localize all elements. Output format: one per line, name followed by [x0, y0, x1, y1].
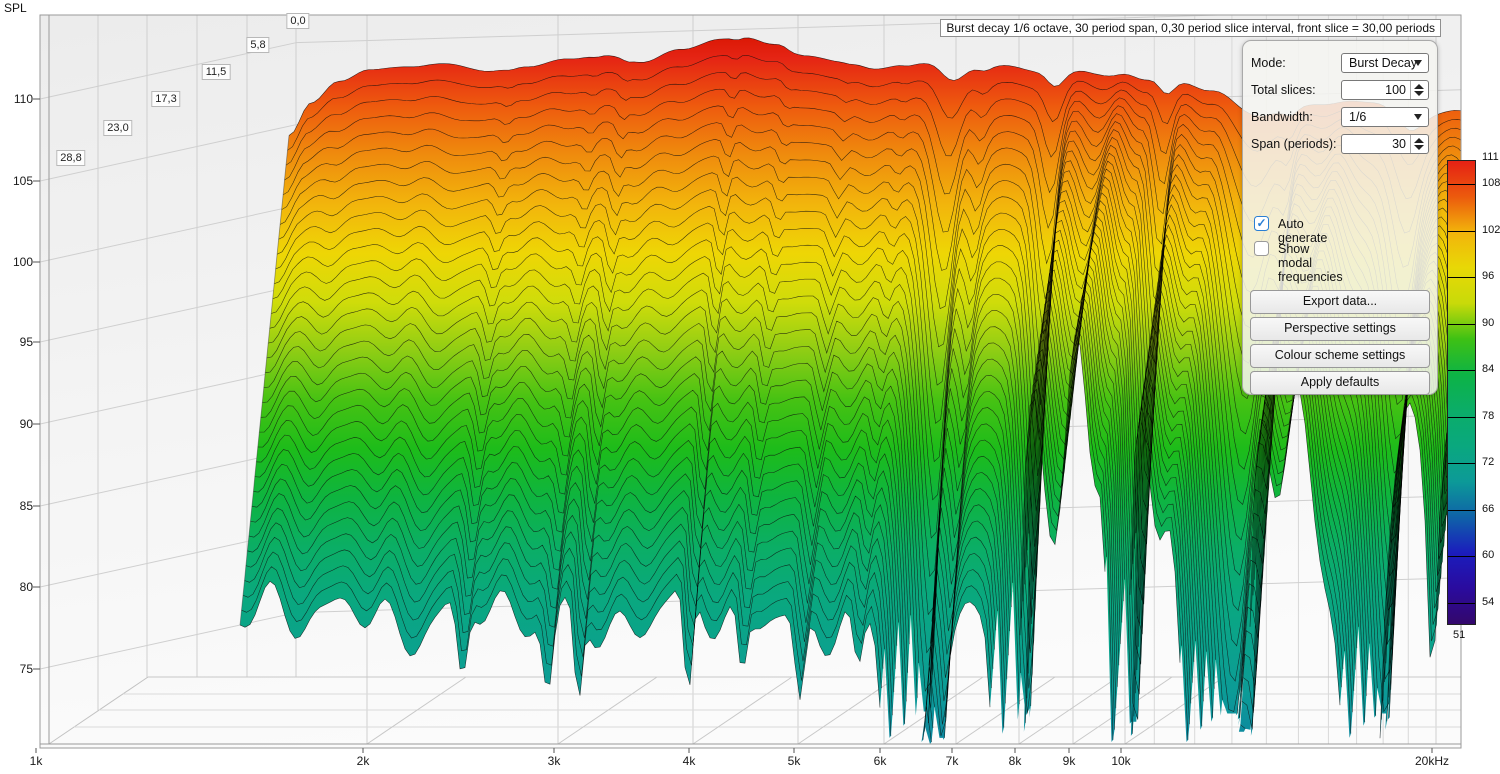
checkbox-auto-generate[interactable]: ✓ — [1254, 216, 1269, 231]
colorbar-tick-label: 78 — [1482, 410, 1494, 422]
field-label: Bandwidth: — [1251, 110, 1313, 124]
spinner-buttons[interactable] — [1410, 135, 1428, 153]
field-label: Total slices: — [1251, 83, 1316, 97]
colorbar-segment-line — [1448, 556, 1475, 557]
x-tick-label: 7k — [946, 754, 959, 768]
x-tick-label: 2k — [357, 754, 370, 768]
spinner-value[interactable]: 100 — [1385, 83, 1406, 97]
colorbar-segment-line — [1448, 277, 1475, 278]
slice-period-label: 5,8 — [246, 37, 269, 53]
x-tick-label: 5k — [788, 754, 801, 768]
spinner-buttons[interactable] — [1410, 81, 1428, 99]
spinner-totalslices[interactable]: 100 — [1341, 80, 1429, 100]
colorbar-segment-line — [1448, 417, 1475, 418]
colorbar-tick-label: 84 — [1482, 363, 1494, 375]
field-label: Span (periods): — [1251, 137, 1336, 151]
x-tick-label: 6k — [874, 754, 887, 768]
checkbox-show-modal-frequencies[interactable] — [1254, 241, 1269, 256]
chevron-down-icon[interactable] — [1414, 114, 1422, 120]
x-tick-label: 20kHz — [1415, 754, 1449, 768]
x-tick-label: 3k — [548, 754, 561, 768]
chevron-down-icon[interactable] — [1414, 60, 1422, 66]
checkbox-label: Show modal frequencies — [1278, 242, 1343, 284]
colorbar-tick-label: 54 — [1482, 596, 1494, 608]
plot-title: Burst decay 1/6 octave, 30 period span, … — [940, 19, 1441, 37]
y-tick-label: 90 — [20, 417, 33, 431]
slice-period-label: 17,3 — [151, 91, 180, 107]
colorbar-tick-label: 51 — [1453, 629, 1465, 641]
y-tick-label: 105 — [13, 174, 33, 188]
spinner-spanperiods[interactable]: 30 — [1341, 134, 1429, 154]
y-tick-label: 95 — [20, 335, 33, 349]
colorbar-tick-label: 66 — [1482, 503, 1494, 515]
spin-down-icon[interactable] — [1414, 91, 1424, 96]
burst-decay-settings-panel: Mode: Burst Decay Total slices: 100 Bandwidt… — [1242, 40, 1438, 395]
y-tick-label: 100 — [13, 255, 33, 269]
dropdown-mode[interactable]: Burst Decay — [1341, 53, 1429, 73]
checkbox-label: Auto generate — [1278, 217, 1327, 245]
colorbar-segment-line — [1448, 370, 1475, 371]
spinner-value[interactable]: 30 — [1392, 137, 1406, 151]
burst-decay-window: SPL 110 105 100 95 90 85 80 75 1k 2k 3k 4k 5k 6k 7k 8k… — [0, 0, 1500, 774]
colorbar-tick-label: 60 — [1482, 549, 1494, 561]
colorbar-segment-line — [1448, 510, 1475, 511]
x-tick-label: 10k — [1111, 754, 1130, 768]
colour-scheme-settings-button[interactable]: Colour scheme settings — [1250, 344, 1430, 368]
colorbar-tick-label: 90 — [1482, 317, 1494, 329]
slice-period-label: 0,0 — [286, 13, 309, 29]
panel-row: Mode: Burst Decay — [1251, 53, 1429, 74]
spl-colorbar — [1447, 160, 1476, 625]
spin-up-icon[interactable] — [1414, 138, 1424, 143]
colorbar-tick-label: 111 — [1482, 151, 1499, 163]
x-tick-label: 9k — [1063, 754, 1076, 768]
colorbar-segment-line — [1448, 324, 1475, 325]
y-tick-label: 110 — [14, 92, 33, 106]
slice-period-label: 23,0 — [103, 120, 132, 136]
x-tick-label: 8k — [1009, 754, 1022, 768]
panel-row: Span (periods): 30 — [1251, 134, 1429, 155]
perspective-settings-button[interactable]: Perspective settings — [1250, 317, 1430, 341]
y-tick-label: 75 — [20, 662, 33, 676]
dropdown-bandwidth[interactable]: 1/6 — [1341, 107, 1429, 127]
spin-down-icon[interactable] — [1414, 145, 1424, 150]
y-axis-title: SPL — [4, 1, 27, 15]
x-tick-label: 1k — [30, 754, 43, 768]
slice-period-label: 28,8 — [56, 150, 85, 166]
dropdown-value: Burst Decay — [1349, 56, 1417, 70]
y-tick-label: 80 — [20, 580, 33, 594]
field-label: Mode: — [1251, 56, 1286, 70]
slice-period-label: 11,5 — [202, 64, 231, 80]
y-tick-label: 85 — [20, 499, 33, 513]
export-data-button[interactable]: Export data... — [1250, 290, 1430, 314]
colorbar-tick-label: 102 — [1482, 224, 1500, 236]
colorbar-tick-label: 72 — [1482, 456, 1494, 468]
colorbar-segment-line — [1448, 231, 1475, 232]
colorbar-segment-line — [1448, 184, 1475, 185]
apply-defaults-button[interactable]: Apply defaults — [1250, 371, 1430, 395]
colorbar-segment-line — [1448, 463, 1475, 464]
x-tick-label: 4k — [683, 754, 696, 768]
spin-up-icon[interactable] — [1414, 84, 1424, 89]
dropdown-value: 1/6 — [1349, 110, 1366, 124]
panel-row: Bandwidth: 1/6 — [1251, 107, 1429, 128]
panel-row: Total slices: 100 — [1251, 80, 1429, 101]
colorbar-tick-label: 96 — [1482, 270, 1494, 282]
colorbar-tick-label: 108 — [1482, 177, 1500, 189]
colorbar-segment-line — [1448, 603, 1475, 604]
